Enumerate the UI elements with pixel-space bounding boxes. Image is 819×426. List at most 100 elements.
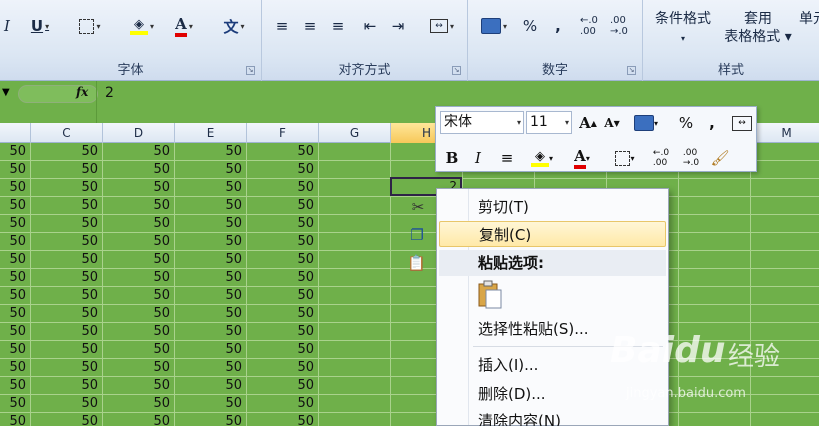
increase-decimal-button[interactable]: ←.0 .00 — [580, 14, 608, 38]
cell[interactable] — [751, 269, 819, 287]
cell[interactable]: 50 — [0, 287, 31, 305]
cell[interactable] — [319, 359, 391, 377]
align-center-button[interactable]: ≡ — [298, 14, 322, 38]
cell[interactable] — [319, 179, 391, 197]
cell[interactable]: 50 — [103, 215, 175, 233]
cell[interactable] — [679, 197, 751, 215]
cell[interactable]: 50 — [0, 251, 31, 269]
font-size-select[interactable]: 11 ▾ — [526, 111, 572, 134]
cell[interactable]: 50 — [247, 161, 319, 179]
cell[interactable]: 50 — [103, 287, 175, 305]
cell[interactable] — [751, 233, 819, 251]
cell[interactable] — [679, 287, 751, 305]
cell[interactable] — [751, 413, 819, 426]
shrink-font-button[interactable]: A ▼ — [602, 112, 622, 134]
cell[interactable] — [679, 251, 751, 269]
merge-center-button[interactable]: ↔ — [730, 112, 754, 134]
underline-button[interactable]: U ▾ — [22, 14, 58, 38]
cell[interactable]: 50 — [31, 413, 103, 426]
cell[interactable]: 50 — [247, 179, 319, 197]
cell[interactable]: 50 — [175, 179, 247, 197]
cell[interactable]: 50 — [103, 341, 175, 359]
cell[interactable]: 50 — [0, 395, 31, 413]
cell[interactable]: 50 — [247, 341, 319, 359]
cell[interactable]: 50 — [175, 287, 247, 305]
accounting-format-button[interactable]: ▾ — [474, 14, 514, 38]
cell[interactable] — [679, 215, 751, 233]
align-left-button[interactable]: ≡ — [270, 14, 294, 38]
cell[interactable]: 50 — [247, 233, 319, 251]
name-box-dropdown-icon[interactable]: ▼ — [2, 87, 10, 98]
decrease-indent-button[interactable]: ⇤ — [358, 14, 382, 38]
cell[interactable] — [679, 233, 751, 251]
cell[interactable]: 50 — [0, 305, 31, 323]
cell[interactable]: 50 — [175, 251, 247, 269]
cell[interactable]: 50 — [0, 233, 31, 251]
cell[interactable] — [319, 143, 391, 161]
cell[interactable]: 50 — [0, 197, 31, 215]
decrease-decimal-button[interactable]: .00 →.0 — [610, 14, 638, 38]
cell[interactable] — [751, 179, 819, 197]
comma-button[interactable]: , — [704, 112, 720, 134]
cell[interactable]: 50 — [0, 215, 31, 233]
column-header-c[interactable]: C — [31, 123, 103, 143]
cell[interactable]: 50 — [247, 323, 319, 341]
cell[interactable]: 50 — [0, 179, 31, 197]
cell[interactable]: 50 — [31, 359, 103, 377]
cell[interactable]: 50 — [31, 305, 103, 323]
cell[interactable] — [319, 197, 391, 215]
cell[interactable] — [319, 323, 391, 341]
cell[interactable]: 50 — [31, 143, 103, 161]
cell[interactable]: 50 — [247, 269, 319, 287]
cell[interactable] — [319, 287, 391, 305]
align-right-button[interactable]: ≡ — [326, 14, 350, 38]
menu-item-cut[interactable]: ✂ 剪切(T) — [412, 194, 666, 220]
cell[interactable]: 50 — [31, 251, 103, 269]
cell[interactable]: 50 — [175, 143, 247, 161]
cell[interactable]: 50 — [175, 395, 247, 413]
insert-function-button[interactable]: fx — [76, 85, 88, 99]
accounting-format-button[interactable]: ▾ — [626, 112, 666, 134]
increase-indent-button[interactable]: ⇥ — [386, 14, 410, 38]
font-color-button[interactable]: A ▾ — [166, 14, 202, 38]
cell[interactable]: 50 — [31, 215, 103, 233]
cell[interactable]: 50 — [0, 161, 31, 179]
cell[interactable]: 50 — [0, 341, 31, 359]
phonetic-button[interactable]: 文 ▾ — [214, 14, 254, 38]
comma-button[interactable]: , — [548, 14, 568, 38]
cell[interactable]: 50 — [103, 197, 175, 215]
cell[interactable]: 50 — [31, 233, 103, 251]
cell[interactable]: 50 — [103, 305, 175, 323]
align-center-button[interactable]: ≡ — [496, 147, 518, 169]
cell[interactable] — [679, 179, 751, 197]
font-name-select[interactable]: 宋体 ▾ — [440, 111, 524, 134]
increase-decimal-button[interactable]: ←.0.00 — [648, 147, 674, 169]
cell[interactable]: 50 — [247, 359, 319, 377]
cell[interactable] — [319, 377, 391, 395]
cell[interactable]: 50 — [175, 269, 247, 287]
cell[interactable]: 50 — [247, 395, 319, 413]
cell[interactable]: 50 — [0, 269, 31, 287]
cell[interactable]: 50 — [103, 269, 175, 287]
cell[interactable]: 50 — [247, 251, 319, 269]
cell[interactable] — [751, 215, 819, 233]
cell[interactable] — [319, 413, 391, 426]
cell[interactable]: 50 — [175, 233, 247, 251]
paste-button[interactable] — [477, 280, 503, 310]
cell[interactable] — [679, 305, 751, 323]
cell[interactable]: 50 — [175, 161, 247, 179]
cell[interactable] — [679, 413, 751, 426]
cell[interactable] — [751, 197, 819, 215]
cell[interactable]: 50 — [0, 377, 31, 395]
format-as-table-button[interactable]: 套用 表格格式 ▾ — [717, 10, 799, 46]
cell[interactable] — [751, 287, 819, 305]
cell[interactable] — [319, 251, 391, 269]
format-painter-button[interactable]: 🖌 — [708, 147, 732, 169]
formula-input[interactable]: 2 — [105, 85, 114, 101]
cell[interactable] — [319, 341, 391, 359]
cell[interactable]: 50 — [31, 197, 103, 215]
border-button[interactable]: ▾ — [72, 14, 108, 38]
cell[interactable]: 50 — [175, 359, 247, 377]
cell[interactable]: 50 — [31, 395, 103, 413]
cell[interactable]: 50 — [247, 197, 319, 215]
